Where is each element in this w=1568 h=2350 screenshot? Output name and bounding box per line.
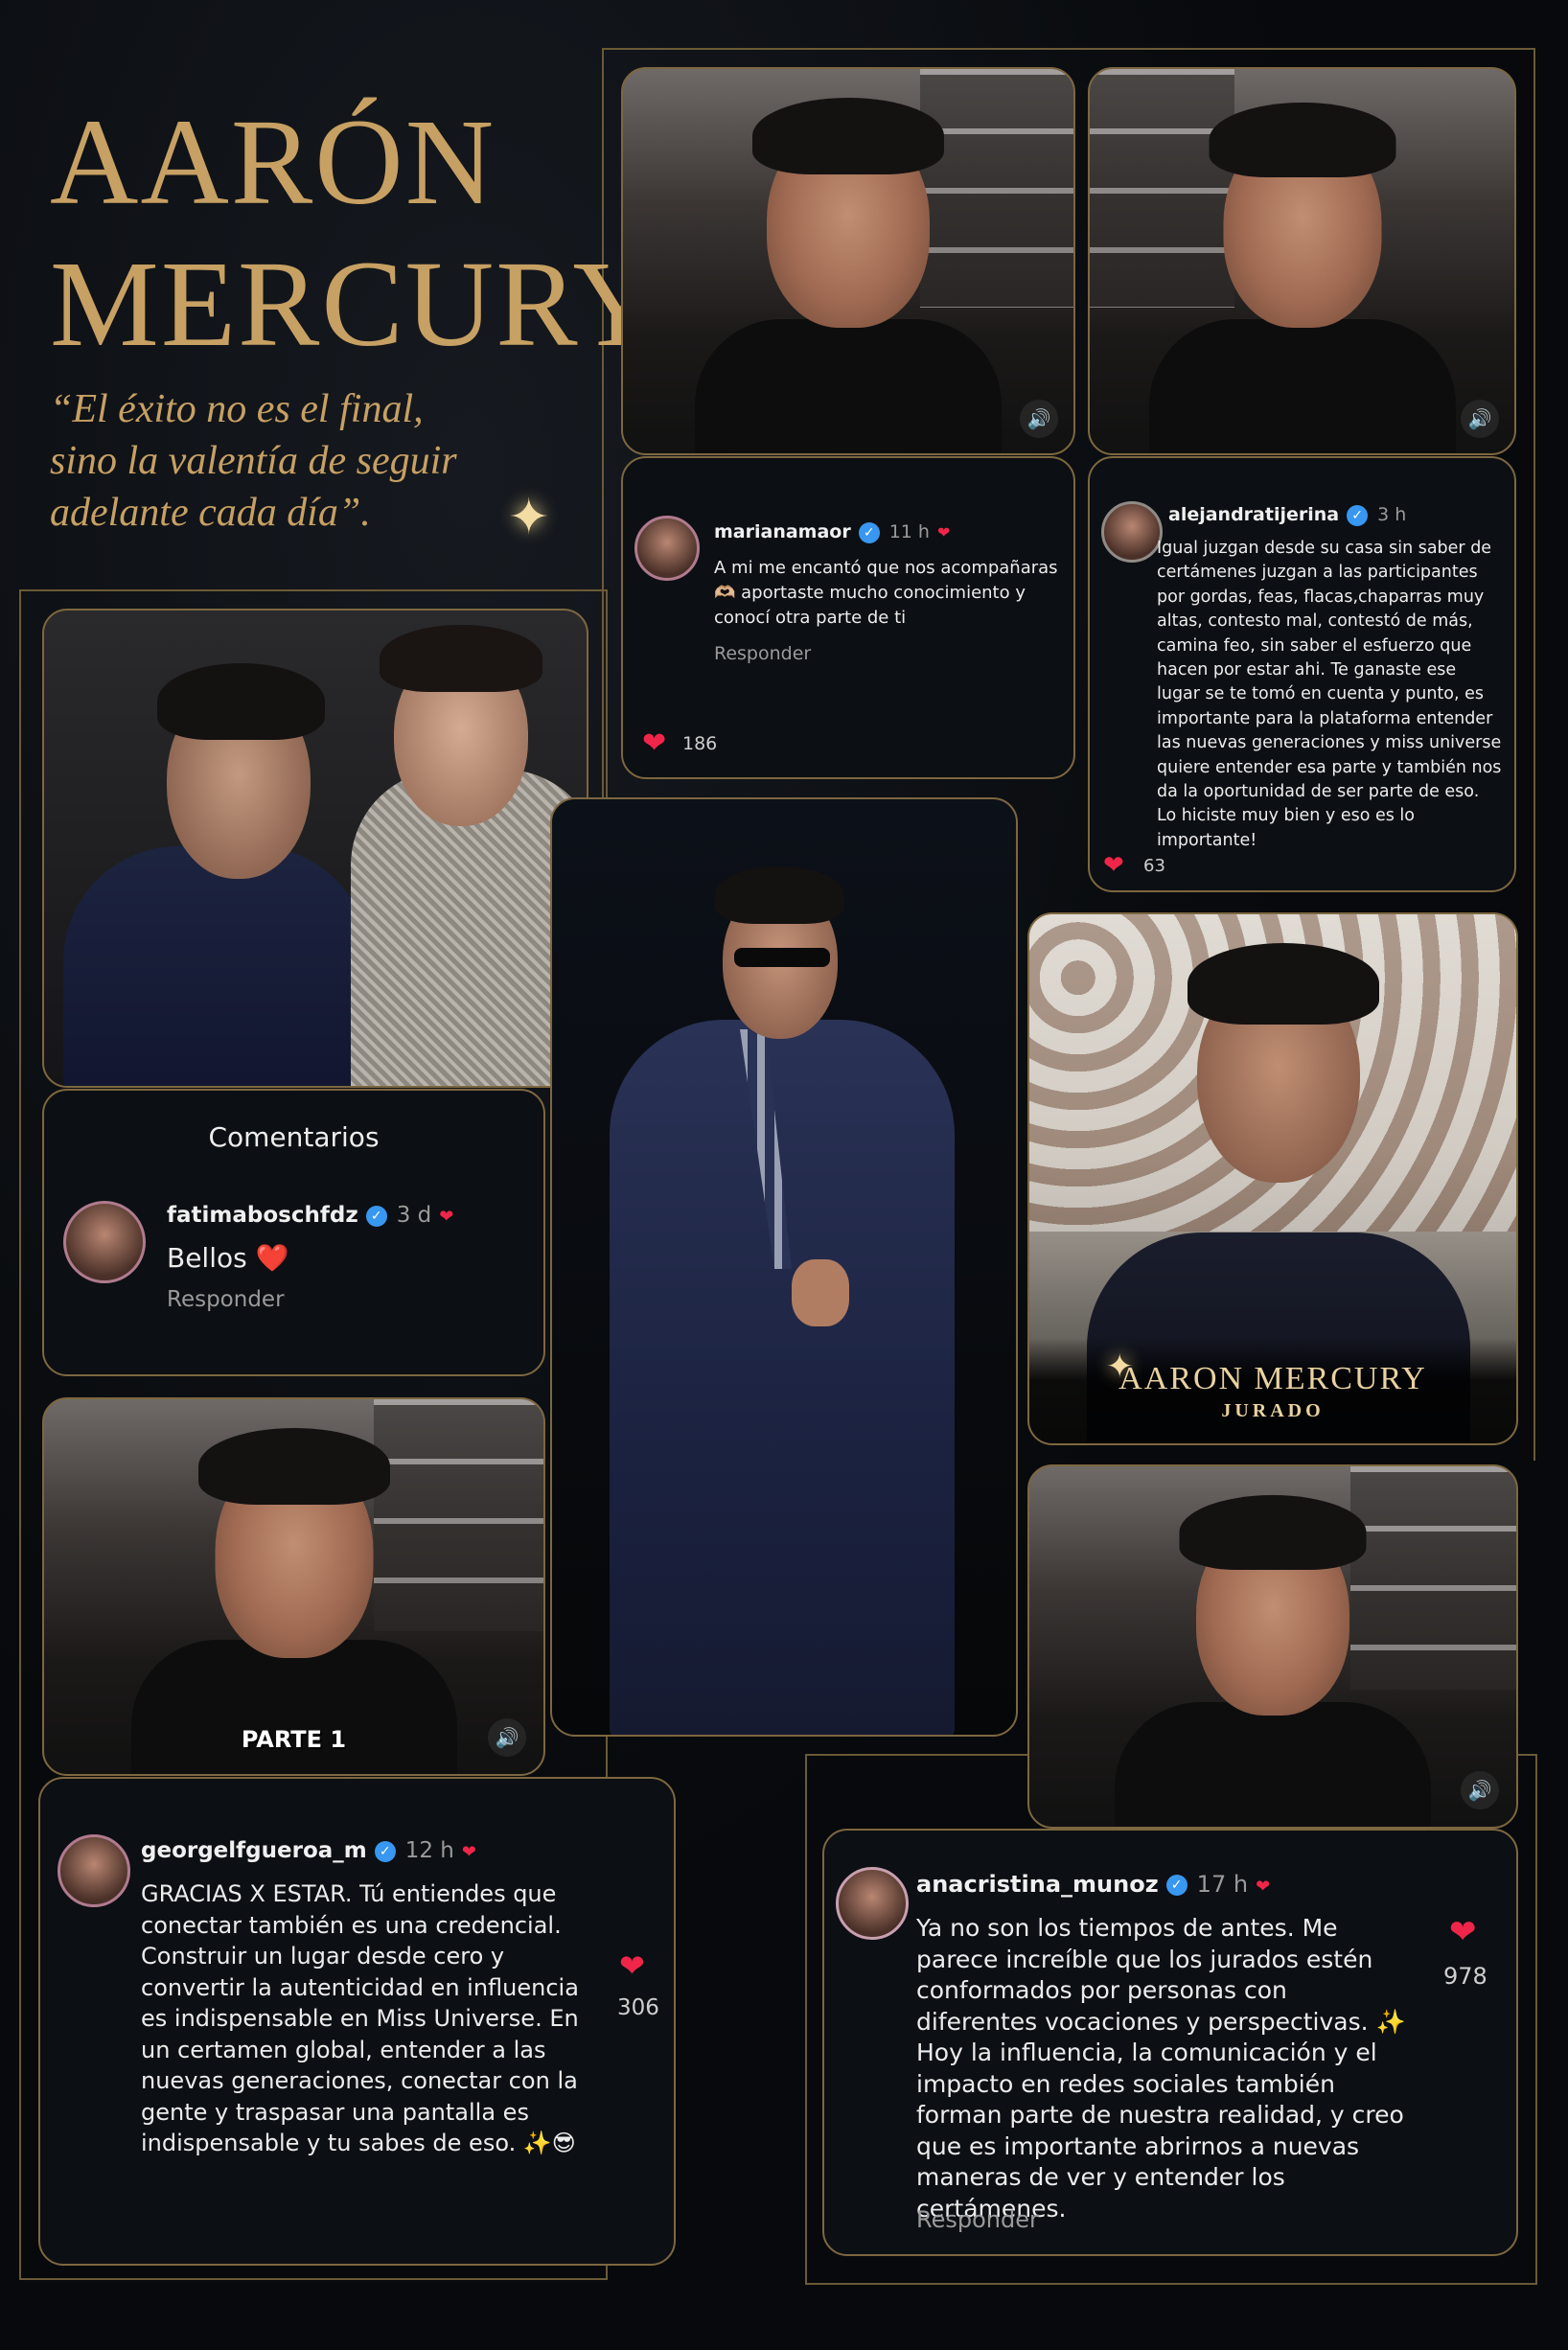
- heart-icon: ❤: [461, 1842, 476, 1862]
- username-text[interactable]: alejandratijerina: [1168, 504, 1339, 525]
- comment-card-marianamaor: marianamaor ✓ 11 h ❤ A mi me encantó que no…: [621, 456, 1075, 779]
- comment-text: GRACIAS X ESTAR. Tú entiendes que conect…: [141, 1880, 579, 2156]
- reply-link[interactable]: Responder: [167, 1287, 285, 1312]
- person-torso: [1115, 1702, 1431, 1827]
- comment-card-alejandratijerina: alejandratijerina ✓ 3 h Igual juzgan desde…: [1088, 456, 1516, 892]
- comment-username[interactable]: marianamaor ✓ 11 h ❤: [714, 521, 950, 543]
- video-clip-1[interactable]: 🔊: [621, 67, 1075, 455]
- comments-header: Comentarios: [208, 1121, 380, 1153]
- person-robe: [610, 1020, 955, 1735]
- quote-line-3: adelante cada día”.: [50, 491, 371, 535]
- like-count: 63: [1143, 856, 1165, 876]
- video-clip-3[interactable]: PARTE 1 🔊: [42, 1397, 545, 1776]
- photo-couple: [42, 609, 588, 1088]
- part-label: PARTE 1: [241, 1726, 347, 1753]
- background-shelf: [1350, 1466, 1516, 1691]
- speaker-icon[interactable]: 🔊: [1461, 400, 1499, 438]
- verified-badge-icon: ✓: [1347, 504, 1369, 526]
- comment-time: 17 h: [1196, 1871, 1249, 1898]
- background-shelf: [373, 1399, 543, 1632]
- quote-line-1: “El éxito no es el final,: [50, 387, 424, 431]
- person-hand: [792, 1259, 849, 1326]
- person-torso: [695, 319, 1002, 453]
- reply-link[interactable]: Responder: [916, 2206, 1039, 2233]
- username-text[interactable]: georgelfgueroa_m: [141, 1838, 367, 1863]
- heart-icon: ❤: [1256, 1877, 1271, 1897]
- avatar: [63, 1201, 146, 1283]
- title-line-2: MERCURY: [50, 236, 663, 372]
- page-title: AARÓN MERCURY: [50, 91, 663, 375]
- verified-badge-icon: ✓: [365, 1205, 387, 1227]
- jurado-name: AARON MERCURY: [1118, 1361, 1427, 1396]
- background-shelf: [920, 69, 1073, 308]
- quote: “El éxito no es el final, sino la valent…: [50, 383, 587, 539]
- username-text[interactable]: anacristina_munoz: [916, 1871, 1159, 1898]
- jurado-role: JURADO: [1221, 1400, 1325, 1421]
- comment-time: 12 h: [404, 1838, 454, 1863]
- avatar: [836, 1867, 909, 1940]
- person-right-hair: [380, 625, 542, 692]
- like-heart-icon[interactable]: ❤: [642, 726, 666, 760]
- photo-full-body: [550, 797, 1018, 1737]
- person-hair: [197, 1428, 390, 1505]
- sunglasses: [734, 948, 830, 967]
- video-clip-4[interactable]: 🔊: [1027, 1464, 1518, 1829]
- comment-card-fatimaboschfdz: Comentarios fatimaboschfdz ✓ 3 d ❤ Bellos ❤…: [42, 1089, 545, 1376]
- background-shelf: [1090, 69, 1234, 308]
- speaker-icon[interactable]: 🔊: [1020, 400, 1058, 438]
- comment-text: A mi me encantó que nos acompañaras 🫶🏼 a…: [714, 558, 1058, 628]
- speaker-icon[interactable]: 🔊: [488, 1718, 526, 1757]
- heart-icon: ❤: [439, 1207, 454, 1227]
- person-hair: [1188, 943, 1379, 1025]
- sparkle-icon: ✦: [1106, 1348, 1134, 1386]
- video-clip-2[interactable]: 🔊: [1088, 67, 1516, 455]
- verified-badge-icon: ✓: [1165, 1875, 1188, 1896]
- like-heart-icon[interactable]: ❤: [1449, 1913, 1477, 1951]
- avatar: [1101, 501, 1163, 563]
- username-text[interactable]: fatimaboschfdz: [167, 1203, 358, 1228]
- like-count: 978: [1443, 1963, 1487, 1990]
- sparkle-icon: ✦: [508, 489, 550, 546]
- comment-username[interactable]: georgelfgueroa_m ✓ 12 h ❤: [141, 1838, 476, 1863]
- like-heart-icon[interactable]: ❤: [619, 1947, 645, 1984]
- title-line-1: AARÓN: [50, 94, 496, 230]
- avatar: [58, 1834, 130, 1907]
- comment-card-anacristina: anacristina_munoz ✓ 17 h ❤ Ya no son los ti…: [822, 1829, 1518, 2256]
- comment-username[interactable]: anacristina_munoz ✓ 17 h ❤: [916, 1871, 1270, 1898]
- comment-time: 3 h: [1377, 504, 1407, 525]
- username-text[interactable]: marianamaor: [714, 521, 851, 542]
- person-hair: [1209, 103, 1395, 177]
- photo-jurado: AARON MERCURY JURADO ✦: [1027, 912, 1518, 1445]
- comment-text: Igual juzgan desde su casa sin saber de …: [1157, 539, 1502, 850]
- reply-link[interactable]: Responder: [714, 643, 811, 664]
- like-count: 186: [682, 733, 718, 754]
- person-left-hair: [157, 663, 325, 740]
- comment-username[interactable]: alejandratijerina ✓ 3 h: [1168, 504, 1406, 526]
- verified-badge-icon: ✓: [858, 521, 880, 543]
- person-left-robe: [63, 846, 370, 1086]
- comment-card-georgelfgueroa: georgelfgueroa_m ✓ 12 h ❤ GRACIAS X ESTAR. …: [38, 1777, 676, 2266]
- person-hair: [1179, 1495, 1367, 1570]
- person-hair: [715, 866, 844, 924]
- avatar: [634, 516, 700, 581]
- verified-badge-icon: ✓: [374, 1840, 396, 1862]
- comment-time: 3 d: [396, 1203, 432, 1228]
- person-hair: [752, 98, 944, 174]
- comment-time: 11 h: [888, 521, 930, 542]
- comment-text: Bellos ❤️: [167, 1242, 289, 1274]
- quote-line-2: sino la valentía de seguir: [50, 439, 457, 483]
- person-torso: [1148, 319, 1456, 453]
- heart-icon: ❤: [936, 523, 951, 541]
- speaker-icon[interactable]: 🔊: [1461, 1771, 1499, 1809]
- comment-username[interactable]: fatimaboschfdz ✓ 3 d ❤: [167, 1203, 453, 1228]
- person-torso: [130, 1640, 457, 1774]
- like-heart-icon[interactable]: ❤: [1103, 851, 1124, 880]
- like-count: 306: [617, 1995, 659, 2020]
- comment-text: Ya no son los tiempos de antes. Me parec…: [916, 1914, 1406, 2223]
